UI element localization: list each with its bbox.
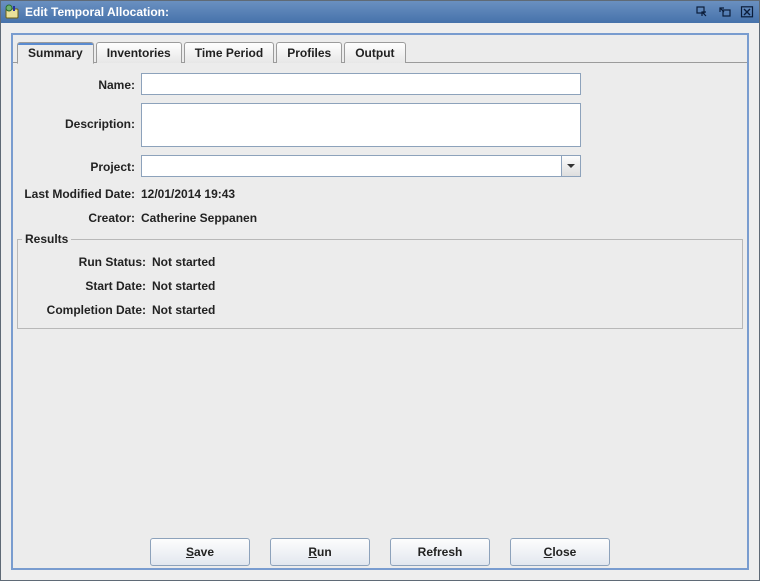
tab-profiles[interactable]: Profiles	[276, 42, 342, 63]
description-label: Description:	[21, 103, 141, 131]
maximize-button-icon[interactable]	[717, 5, 733, 19]
creator-value: Catherine Seppanen	[141, 209, 257, 225]
project-label: Project:	[21, 158, 141, 174]
chevron-down-icon	[566, 163, 576, 169]
start-date-label: Start Date:	[18, 279, 152, 293]
app-icon	[3, 3, 21, 21]
minimize-button-icon[interactable]	[695, 5, 711, 19]
tab-output[interactable]: Output	[344, 42, 405, 63]
window-body: Summary Inventories Time Period Profiles…	[1, 23, 759, 580]
name-label: Name:	[21, 76, 141, 92]
tabs-row: Summary Inventories Time Period Profiles…	[13, 39, 747, 63]
content-panel: Summary Inventories Time Period Profiles…	[11, 33, 749, 570]
tab-summary[interactable]: Summary	[17, 42, 94, 64]
tab-inventories[interactable]: Inventories	[96, 42, 182, 63]
run-button[interactable]: Run	[270, 538, 370, 566]
window-title: Edit Temporal Allocation:	[25, 5, 695, 19]
description-input[interactable]	[141, 103, 581, 147]
results-legend: Results	[22, 232, 71, 246]
completion-date-label: Completion Date:	[18, 303, 152, 317]
results-fieldset: Results Run Status: Not started Start Da…	[17, 239, 743, 329]
edit-temporal-allocation-window: Edit Temporal Allocation:	[0, 0, 760, 581]
close-button[interactable]: Close	[510, 538, 610, 566]
tab-time-period[interactable]: Time Period	[184, 42, 274, 63]
creator-label: Creator:	[21, 209, 141, 225]
project-dropdown-button[interactable]	[561, 155, 581, 177]
button-bar: Save Run Refresh Close	[13, 524, 747, 568]
name-input[interactable]	[141, 73, 581, 95]
project-field[interactable]	[141, 155, 561, 177]
project-combo	[141, 155, 581, 177]
run-status-value: Not started	[152, 255, 215, 269]
last-modified-value: 12/01/2014 19:43	[141, 185, 235, 201]
completion-date-value: Not started	[152, 303, 215, 317]
close-button-icon[interactable]	[739, 5, 755, 19]
last-modified-label: Last Modified Date:	[21, 185, 141, 201]
run-status-label: Run Status:	[18, 255, 152, 269]
save-button[interactable]: Save	[150, 538, 250, 566]
titlebar: Edit Temporal Allocation:	[1, 1, 759, 23]
start-date-value: Not started	[152, 279, 215, 293]
refresh-button[interactable]: Refresh	[390, 538, 490, 566]
summary-form: Name: Description: Project:	[13, 63, 747, 239]
